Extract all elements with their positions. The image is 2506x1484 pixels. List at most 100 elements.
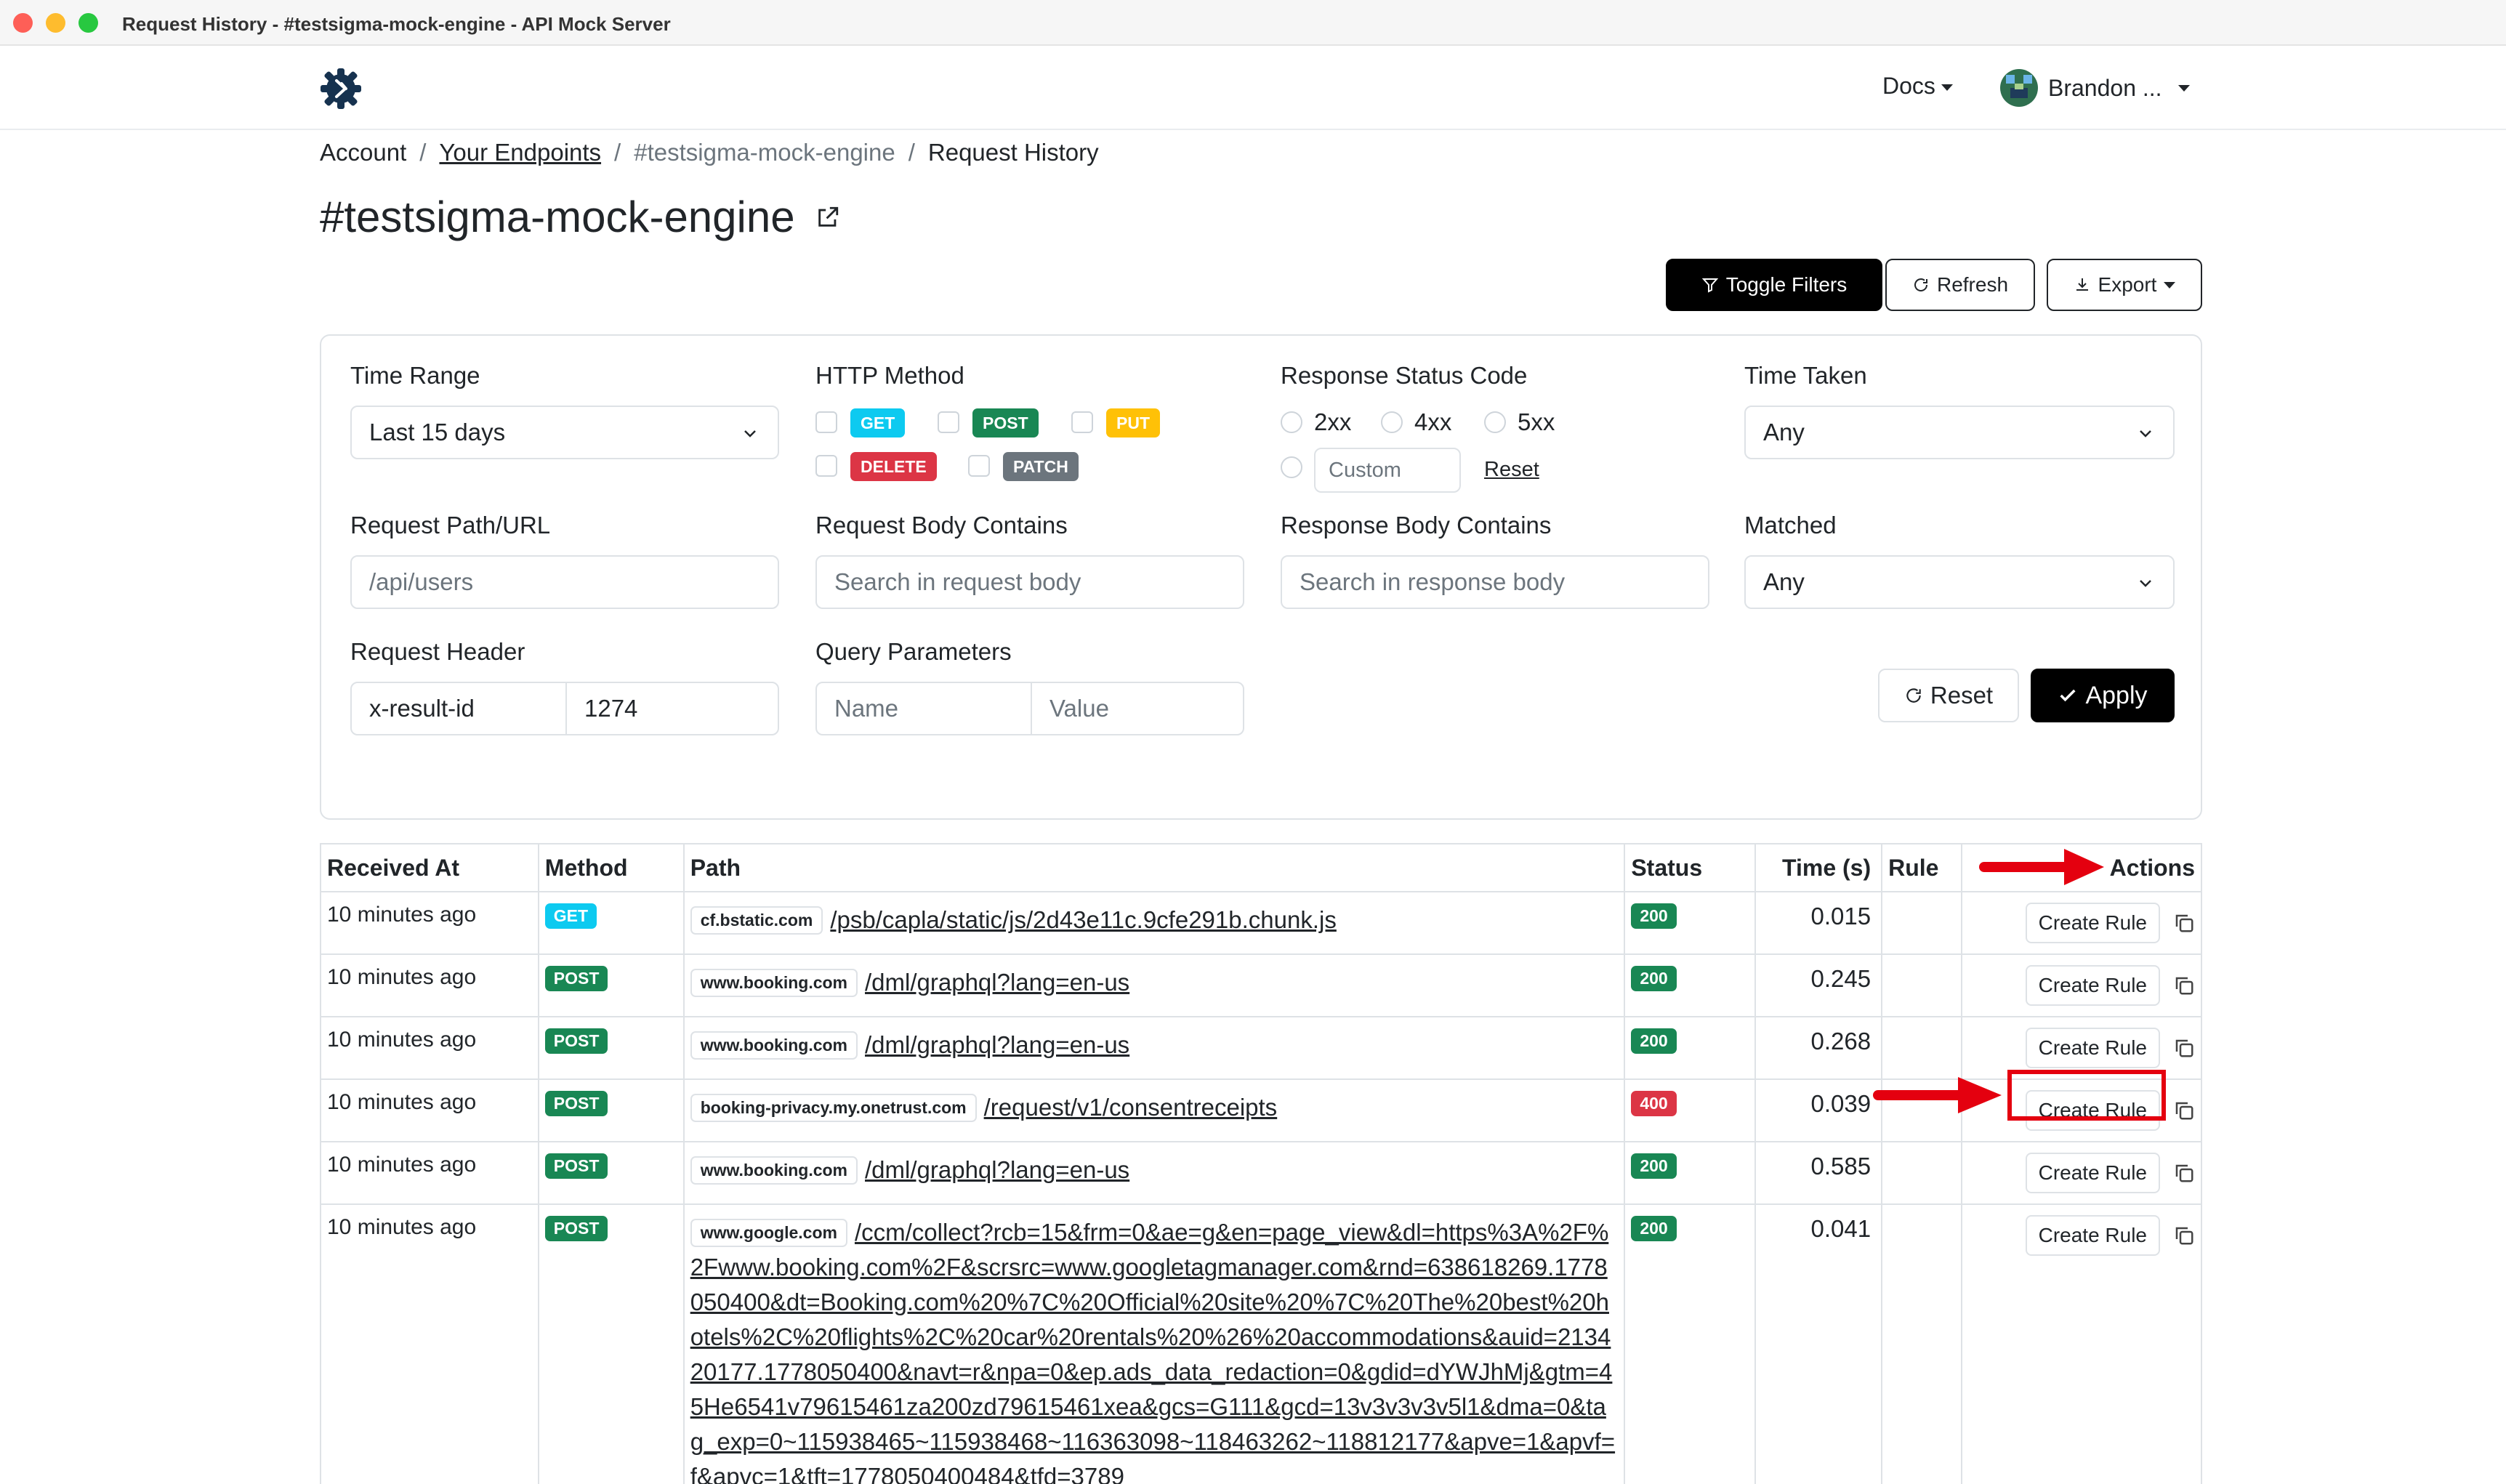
- check-icon: [2060, 689, 2076, 702]
- copy-icon[interactable]: [2173, 912, 2195, 934]
- chevron-down-icon: [1941, 84, 1953, 92]
- refresh-icon: [1906, 688, 1921, 703]
- method-post-checkbox[interactable]: [938, 411, 959, 433]
- annotation-highlight-box: [2007, 1070, 2166, 1121]
- table-header-row: Received At Method Path Status Time (s) …: [320, 843, 2202, 892]
- column-method[interactable]: Method: [537, 843, 685, 892]
- time-taken: 0.039: [1754, 1078, 1883, 1142]
- filters-reset-button[interactable]: Reset: [1878, 669, 2019, 722]
- chevron-down-icon: [744, 430, 756, 437]
- copy-icon[interactable]: [2173, 1100, 2195, 1121]
- path-input[interactable]: /api/users: [350, 555, 779, 609]
- chevron-down-icon: [2140, 580, 2151, 587]
- user-name: Brandon ...: [2048, 74, 2162, 101]
- status-5xx-radio[interactable]: [1484, 411, 1506, 433]
- external-link-icon[interactable]: [815, 205, 840, 230]
- method-put-badge: PUT: [1106, 408, 1160, 437]
- request-path-link[interactable]: /psb/capla/static/js/2d43e11c.9cfe291b.c…: [830, 906, 1337, 933]
- breadcrumb-current: Request History: [927, 139, 1099, 166]
- request-header-label: Request Header: [350, 638, 525, 665]
- request-path-link[interactable]: /dml/graphql?lang=en-us: [865, 1031, 1129, 1058]
- header-name-input[interactable]: x-result-id: [352, 683, 567, 734]
- time-taken: 0.015: [1754, 891, 1883, 955]
- status-4xx-label: 4xx: [1414, 408, 1452, 435]
- copy-icon[interactable]: [2173, 1037, 2195, 1059]
- table-row[interactable]: 10 minutes ago GET cf.bstatic.com/psb/ca…: [320, 891, 2202, 955]
- minimize-window-button[interactable]: [46, 13, 65, 33]
- copy-icon[interactable]: [2173, 1225, 2195, 1246]
- matched-select[interactable]: Any: [1744, 555, 2175, 609]
- close-window-button[interactable]: [13, 13, 33, 33]
- create-rule-button[interactable]: Create Rule: [2025, 903, 2160, 943]
- docs-menu[interactable]: Docs: [1882, 73, 1953, 100]
- rule-cell: [1881, 1203, 1963, 1484]
- column-received-at[interactable]: Received At: [320, 843, 539, 892]
- host-badge: www.booking.com: [690, 1156, 858, 1185]
- annotation-arrow-icon: [1873, 1077, 2002, 1113]
- method-put-checkbox[interactable]: [1071, 411, 1093, 433]
- request-path-link[interactable]: /dml/graphql?lang=en-us: [865, 1156, 1129, 1183]
- table-row[interactable]: 10 minutes ago POST www.google.com/ccm/c…: [320, 1203, 2202, 1484]
- avatar: [2000, 69, 2038, 107]
- column-path[interactable]: Path: [682, 843, 1626, 892]
- chevron-down-icon: [2140, 430, 2151, 437]
- method-patch-checkbox[interactable]: [968, 455, 990, 477]
- query-value-input[interactable]: Value: [1032, 683, 1243, 734]
- status-reset-link[interactable]: Reset: [1484, 458, 1539, 482]
- apply-button[interactable]: Apply: [2031, 669, 2175, 722]
- request-path-link[interactable]: /ccm/collect?rcb=15&frm=0&ae=g&en=page_v…: [690, 1219, 1615, 1484]
- custom-status-input[interactable]: Custom: [1314, 448, 1461, 493]
- host-badge: www.booking.com: [690, 1031, 858, 1060]
- refresh-button[interactable]: Refresh: [1885, 259, 2035, 311]
- create-rule-button[interactable]: Create Rule: [2025, 965, 2160, 1006]
- method-badge: GET: [544, 903, 597, 929]
- status-badge: 400: [1631, 1091, 1677, 1116]
- method-patch-badge: PATCH: [1003, 452, 1079, 481]
- method-badge: POST: [544, 1216, 608, 1241]
- create-rule-button[interactable]: Create Rule: [2025, 1028, 2160, 1068]
- time-taken-select[interactable]: Any: [1744, 406, 2175, 459]
- filter-icon: [1701, 278, 1718, 293]
- status-4xx-radio[interactable]: [1381, 411, 1403, 433]
- breadcrumb-account[interactable]: Account: [320, 139, 406, 166]
- time-taken: 0.245: [1754, 953, 1883, 1017]
- toggle-filters-button[interactable]: Toggle Filters: [1666, 259, 1882, 311]
- method-badge: POST: [544, 1028, 608, 1054]
- method-post-badge: POST: [972, 408, 1039, 437]
- request-path-link[interactable]: /dml/graphql?lang=en-us: [865, 969, 1129, 996]
- received-at: 10 minutes ago: [320, 1078, 539, 1142]
- table-row[interactable]: 10 minutes ago POST www.booking.com/dml/…: [320, 1141, 2202, 1205]
- column-status[interactable]: Status: [1624, 843, 1757, 892]
- copy-icon[interactable]: [2173, 975, 2195, 996]
- status-2xx-radio[interactable]: [1281, 411, 1302, 433]
- query-name-input[interactable]: Name: [817, 683, 1032, 734]
- create-rule-button[interactable]: Create Rule: [2025, 1215, 2160, 1256]
- maximize-window-button[interactable]: [78, 13, 98, 33]
- column-time[interactable]: Time (s): [1754, 843, 1883, 892]
- method-delete-checkbox[interactable]: [815, 455, 837, 477]
- create-rule-button[interactable]: Create Rule: [2025, 1153, 2160, 1193]
- navbar: Docs Brandon ...: [0, 46, 2506, 130]
- breadcrumb-endpoint[interactable]: #testsigma-mock-engine: [634, 139, 895, 166]
- table-row[interactable]: 10 minutes ago POST www.booking.com/dml/…: [320, 953, 2202, 1017]
- request-path-link[interactable]: /request/v1/consentreceipts: [984, 1094, 1278, 1121]
- copy-icon[interactable]: [2173, 1162, 2195, 1184]
- method-get-checkbox[interactable]: [815, 411, 837, 433]
- query-params-label: Query Parameters: [815, 638, 1012, 665]
- status-custom-radio[interactable]: [1281, 456, 1302, 478]
- status-5xx-label: 5xx: [1518, 408, 1555, 435]
- status-code-label: Response Status Code: [1281, 362, 1528, 389]
- path-label: Request Path/URL: [350, 512, 551, 539]
- download-icon: [2076, 278, 2088, 291]
- table-row[interactable]: 10 minutes ago POST www.booking.com/dml/…: [320, 1016, 2202, 1080]
- user-menu[interactable]: Brandon ...: [2000, 68, 2190, 108]
- status-badge: 200: [1631, 1153, 1677, 1179]
- column-rule[interactable]: Rule: [1881, 843, 1963, 892]
- app-logo-icon[interactable]: [318, 66, 363, 111]
- request-body-input[interactable]: Search in request body: [815, 555, 1244, 609]
- export-button[interactable]: Export: [2047, 259, 2202, 311]
- response-body-input[interactable]: Search in response body: [1281, 555, 1709, 609]
- header-value-input[interactable]: 1274: [567, 683, 778, 734]
- breadcrumb-endpoints[interactable]: Your Endpoints: [439, 139, 601, 166]
- time-range-select[interactable]: Last 15 days: [350, 406, 779, 459]
